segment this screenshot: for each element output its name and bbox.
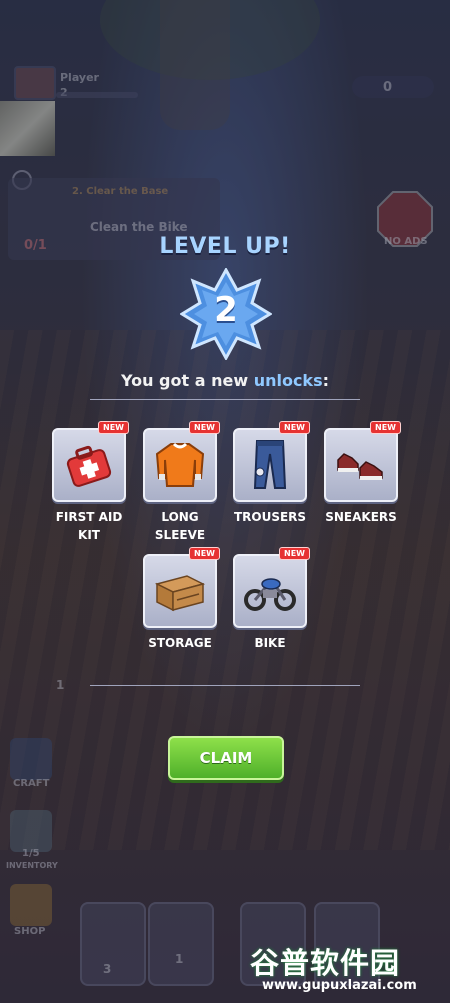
new-tag: NEW [279,547,310,560]
divider-bottom [90,685,360,686]
unlock-item-bike[interactable]: NEW BIKE [232,547,310,652]
item-tile: NEW [233,547,310,628]
new-tag: NEW [189,421,220,434]
motorbike-icon [244,578,296,611]
unlock-item-first-aid-kit[interactable]: NEW FIRST AID KIT [51,421,129,544]
new-tag: NEW [279,421,310,434]
item-tile: NEW [52,421,129,502]
item-tile: NEW [324,421,401,502]
unlock-item-storage[interactable]: NEW STORAGE [142,547,220,652]
new-tag: NEW [370,421,401,434]
item-tile: NEW [143,421,220,502]
level-number: 2 [214,290,238,330]
item-label: LONG SLEEVE [154,510,206,542]
unlock-item-trousers[interactable]: NEW TROUSERS [232,421,310,526]
claim-button[interactable]: CLAIM [168,736,284,780]
item-tile: NEW [233,421,310,502]
new-tag: NEW [98,421,129,434]
watermark-chinese: 谷普软件园 [250,946,401,980]
subtitle-highlight: unlocks [253,371,323,390]
item-label: STORAGE [148,636,212,650]
storage-crate-icon [154,575,206,612]
level-up-title: LEVEL UP! [159,234,291,259]
item-tile: NEW [143,547,220,628]
long-sleeve-shirt-icon [155,442,205,487]
watermark-url: www.gupuxlazai.com [262,978,417,993]
divider-top [90,399,360,400]
unlocks-subtitle: You got a new unlocks: [0,371,450,390]
item-label: FIRST AID KIT [55,510,123,542]
item-label: BIKE [254,636,286,650]
sneakers-icon [337,453,383,480]
item-label: TROUSERS [233,510,307,524]
new-tag: NEW [189,547,220,560]
subtitle-prefix: You got a new [120,371,254,390]
unlock-item-long-sleeve[interactable]: NEW LONG SLEEVE [142,421,220,544]
level-badge: 2 [179,266,273,362]
unlock-item-sneakers[interactable]: NEW SNEAKERS [323,421,401,526]
trousers-icon [253,440,287,489]
subtitle-suffix: : [322,371,329,390]
item-label: SNEAKERS [325,510,397,524]
first-aid-kit-icon [66,445,112,487]
watermark: 谷普软件园 www.gupuxlazai.com [250,940,446,1000]
